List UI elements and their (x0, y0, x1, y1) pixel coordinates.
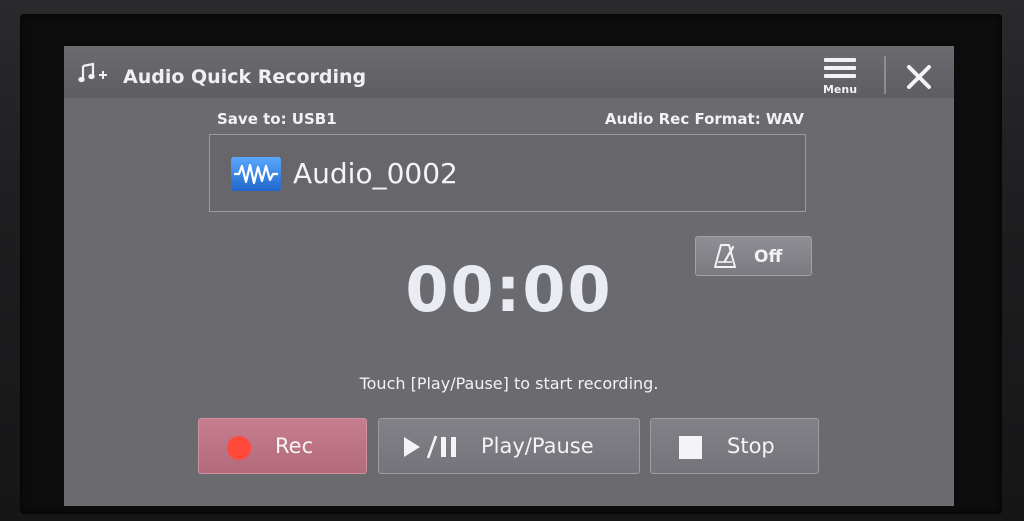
hamburger-menu-icon (824, 58, 856, 78)
stop-label: Stop (727, 434, 775, 458)
instruction-text: Touch [Play/Pause] to start recording. (359, 374, 659, 393)
window-title: Audio Quick Recording (123, 66, 367, 88)
audio-waveform-icon (231, 157, 281, 191)
title-bar: Audio Quick Recording Menu (64, 46, 954, 98)
device-bezel: Audio Quick Recording Menu Save to: USB1… (0, 0, 1024, 521)
touch-screen: Audio Quick Recording Menu Save to: USB1… (64, 46, 954, 506)
elapsed-time: 00:00 (405, 253, 613, 326)
close-icon (907, 65, 931, 89)
menu-button[interactable]: Menu (816, 56, 864, 96)
file-name: Audio_0002 (293, 157, 458, 190)
save-destination: Save to: USB1 (217, 110, 337, 128)
play-pause-button[interactable]: Play/Pause (378, 418, 640, 474)
recording-panel: Save to: USB1 Audio Rec Format: WAV Audi… (64, 98, 954, 506)
title-divider (884, 56, 886, 94)
stop-icon (679, 436, 702, 459)
rec-button[interactable]: Rec (198, 418, 367, 474)
rec-label: Rec (275, 434, 314, 458)
play-pause-icon (404, 435, 456, 459)
play-pause-label: Play/Pause (481, 434, 594, 458)
record-format: Audio Rec Format: WAV (604, 110, 804, 128)
menu-label: Menu (822, 83, 858, 96)
record-dot-icon (227, 436, 251, 460)
file-name-field[interactable]: Audio_0002 (209, 134, 806, 212)
close-button[interactable] (902, 60, 936, 94)
stop-button[interactable]: Stop (650, 418, 819, 474)
music-note-plus-icon (78, 62, 107, 83)
